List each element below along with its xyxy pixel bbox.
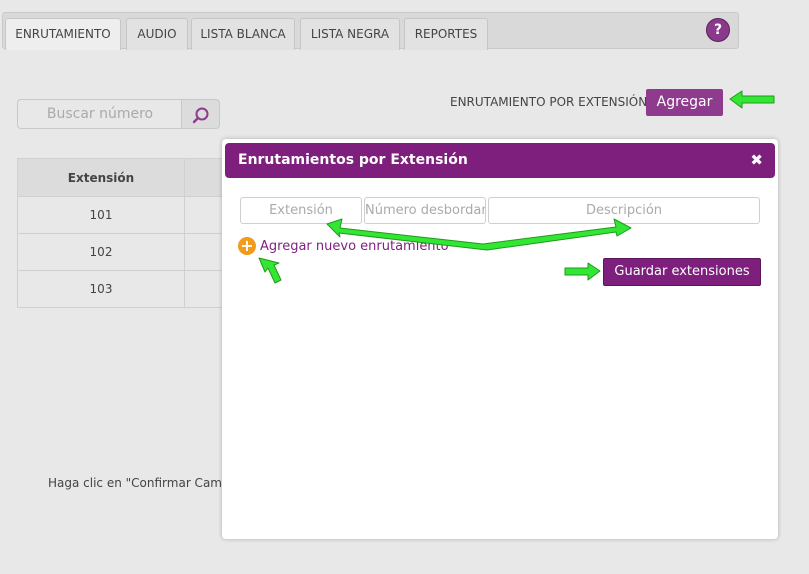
table-cell-extension: 102 xyxy=(18,234,185,271)
table-cell-extension: 101 xyxy=(18,197,185,234)
confirm-changes-note: Haga clic en "Confirmar Camb xyxy=(48,476,230,490)
add-new-routing-link[interactable]: Agregar nuevo enrutamiento xyxy=(260,239,449,254)
route-by-extension-label: ENRUTAMIENTO POR EXTENSIÓN xyxy=(450,95,648,109)
column-header-extension: Extensión xyxy=(18,159,185,197)
add-button[interactable]: Agregar xyxy=(646,89,723,116)
tab-bar: ENRUTAMIENTO AUDIO LISTA BLANCA LISTA NE… xyxy=(2,12,739,50)
table-cell-extension: 103 xyxy=(18,271,185,308)
extension-routing-modal: Enrutamientos por Extensión ✖ Extensión … xyxy=(222,139,778,539)
tab-reportes[interactable]: REPORTES xyxy=(404,18,488,50)
plus-circle-icon[interactable]: + xyxy=(238,237,256,255)
modal-title: Enrutamientos por Extensión xyxy=(238,152,468,168)
search-icon xyxy=(192,107,209,124)
tab-lista-blanca[interactable]: LISTA BLANCA xyxy=(191,18,295,50)
search-input[interactable]: Buscar número xyxy=(17,99,182,129)
overflow-number-field[interactable]: Número desbordamiento xyxy=(364,197,486,224)
save-extensions-button[interactable]: Guardar extensiones xyxy=(603,258,761,286)
arrow-left-icon xyxy=(729,90,775,109)
modal-header: Enrutamientos por Extensión ✖ xyxy=(225,143,775,178)
description-field[interactable]: Descripción xyxy=(488,197,760,224)
close-icon[interactable]: ✖ xyxy=(750,143,763,178)
search-button[interactable] xyxy=(181,99,220,129)
help-icon[interactable]: ? xyxy=(706,18,730,42)
tab-enrutamiento[interactable]: ENRUTAMIENTO xyxy=(5,18,121,50)
tab-audio[interactable]: AUDIO xyxy=(126,18,188,50)
tab-lista-negra[interactable]: LISTA NEGRA xyxy=(300,18,400,50)
extension-field[interactable]: Extensión xyxy=(240,197,362,224)
add-new-routing-row[interactable]: + Agregar nuevo enrutamiento xyxy=(238,237,449,257)
